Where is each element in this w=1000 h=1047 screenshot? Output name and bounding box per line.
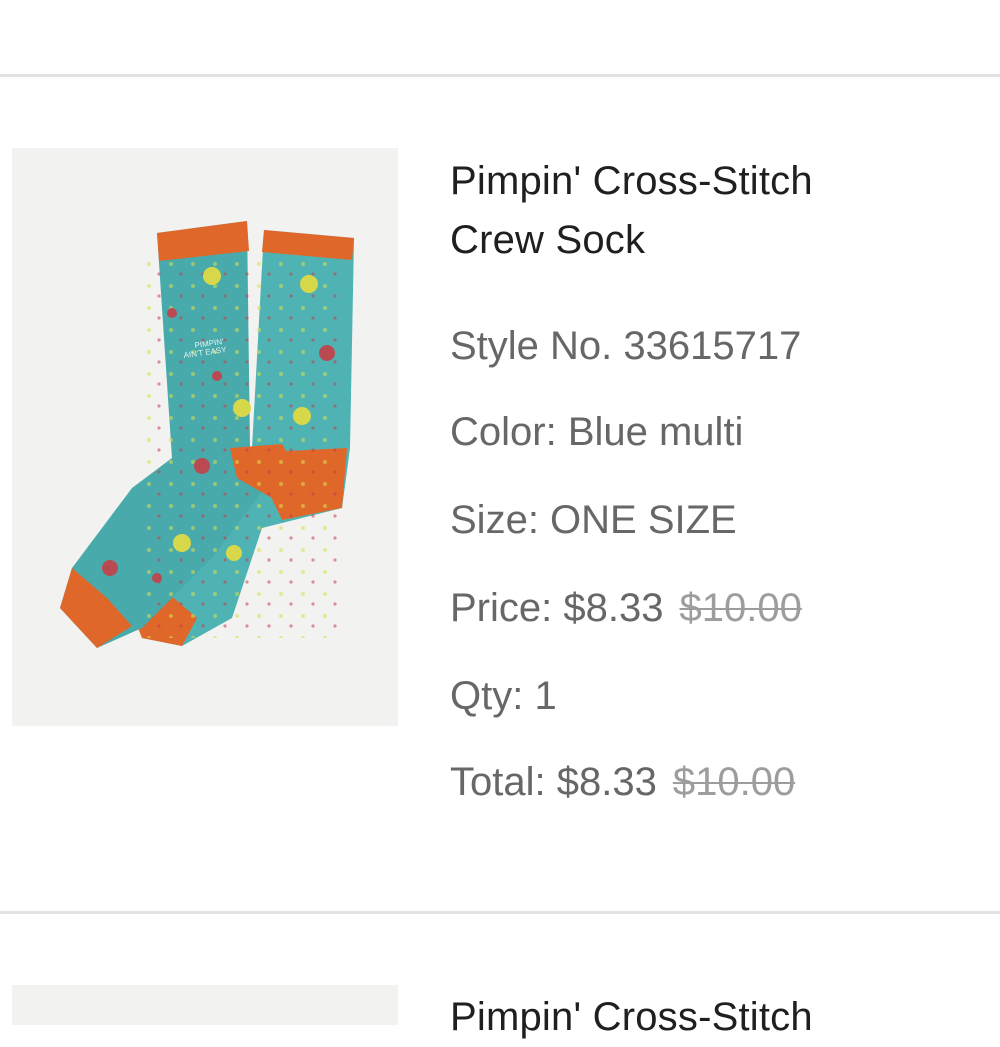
- price-label: Price:: [450, 586, 553, 630]
- product-title[interactable]: Pimpin' Cross-Stitch Crew Sock: [450, 152, 990, 270]
- product-title-2[interactable]: Pimpin' Cross-Stitch: [450, 988, 990, 1047]
- total-label: Total:: [450, 760, 546, 804]
- original-price: $10.00: [679, 586, 802, 630]
- sock-illustration: PIMPIN' AIN'T EASY: [60, 221, 354, 648]
- item-divider: [0, 911, 1000, 914]
- sale-price: $8.33: [563, 586, 664, 630]
- size-value: Size: ONE SIZE: [450, 498, 737, 542]
- total-price: $8.33: [556, 760, 657, 804]
- quantity-value: Qty: 1: [450, 674, 557, 718]
- product-image-2[interactable]: [12, 985, 398, 1025]
- product-image[interactable]: PIMPIN' AIN'T EASY: [12, 148, 398, 726]
- color-value: Color: Blue multi: [450, 410, 744, 454]
- original-total: $10.00: [672, 760, 796, 804]
- style-number: Style No. 33615717: [450, 324, 802, 368]
- price-row: Price: $8.33 $10.00: [450, 586, 802, 631]
- total-row: Total: $8.33 $10.00: [450, 760, 795, 805]
- top-divider: [0, 74, 1000, 77]
- item-details: Pimpin' Cross-Stitch Crew Sock Style No. …: [450, 152, 990, 804]
